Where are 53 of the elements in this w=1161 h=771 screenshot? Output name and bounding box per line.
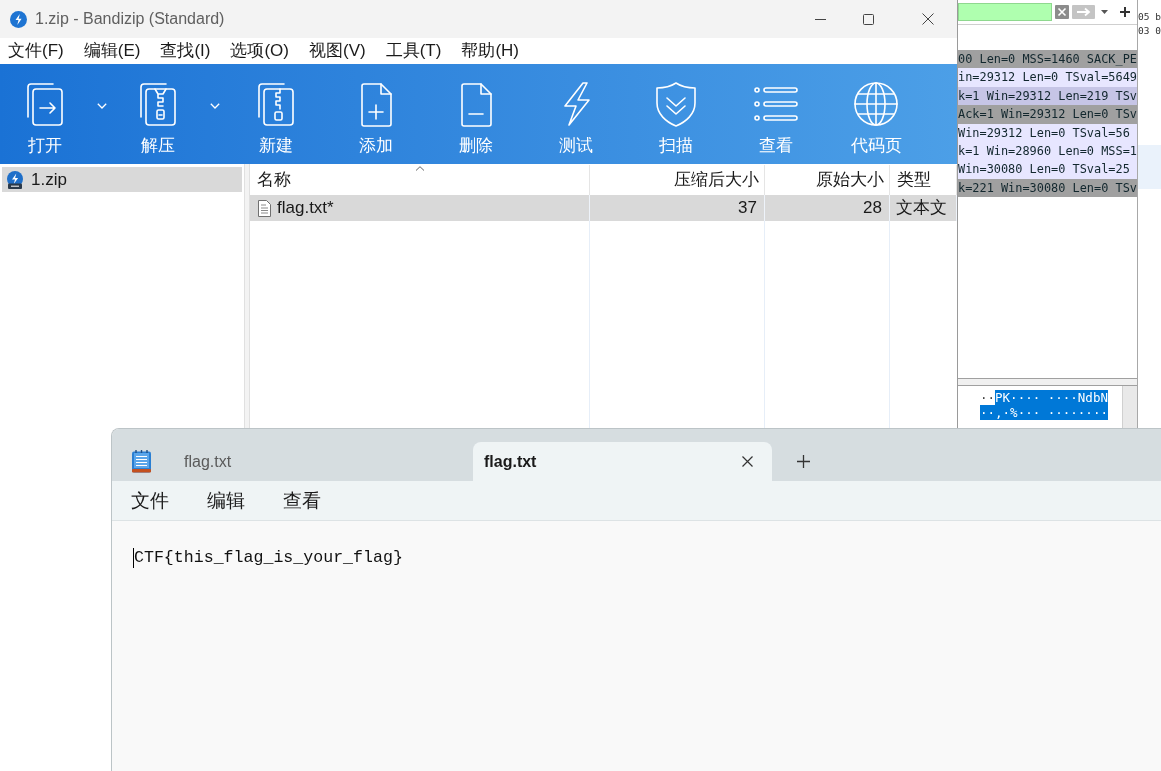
packet-row[interactable]: Ack=1 Win=29312 Len=0 TSv bbox=[955, 105, 1137, 124]
toolbar-button[interactable]: 删除 bbox=[426, 64, 526, 164]
menu-item[interactable]: 帮助(H) bbox=[456, 40, 524, 62]
tab[interactable]: flag.txt bbox=[161, 442, 472, 481]
hex-text: 03 0 bbox=[1138, 24, 1161, 38]
caret-down-icon bbox=[96, 103, 107, 109]
bolt-badge-icon bbox=[6, 170, 24, 189]
tab[interactable]: flag.txt bbox=[473, 442, 772, 481]
table-cell: 28 bbox=[765, 195, 890, 221]
packet-row[interactable]: Win=30080 Len=0 TSval=25 bbox=[955, 160, 1137, 179]
minimize-icon bbox=[814, 18, 826, 20]
plus-icon bbox=[796, 455, 810, 468]
packet-row[interactable]: in=29312 Len=0 TSval=5649 bbox=[955, 68, 1137, 87]
packet-row[interactable]: 00 Len=0 MSS=1460 SACK_PE bbox=[955, 50, 1137, 69]
table-cell: 37 bbox=[590, 195, 765, 221]
menu-item[interactable]: 文件 bbox=[123, 487, 177, 514]
scrollbar[interactable] bbox=[1122, 386, 1137, 430]
toolbar-button[interactable]: 打开 bbox=[0, 64, 90, 164]
pane-splitter[interactable] bbox=[955, 378, 1137, 386]
bolt-circle-icon bbox=[10, 10, 27, 28]
menu-item[interactable]: 编辑(E) bbox=[78, 40, 146, 62]
close-icon[interactable] bbox=[742, 456, 753, 467]
ascii-bytes: ··,·%··· ········ bbox=[980, 405, 1108, 420]
menu-item[interactable]: 编辑 bbox=[199, 487, 253, 514]
menu-item[interactable]: 查看 bbox=[275, 487, 329, 514]
menu-item[interactable]: 视图(V) bbox=[304, 40, 371, 62]
table-cell: flag.txt* bbox=[250, 195, 590, 221]
caret-down-icon bbox=[209, 103, 220, 109]
menu-item[interactable]: 查找(I) bbox=[155, 40, 216, 62]
row-highlight bbox=[1138, 145, 1161, 189]
maximize-icon bbox=[862, 13, 874, 25]
notepad-icon bbox=[132, 450, 151, 473]
menu-item[interactable]: 工具(T) bbox=[380, 40, 447, 62]
text-file-icon bbox=[258, 199, 271, 217]
toolbar-button[interactable]: 解压 bbox=[113, 64, 203, 164]
hex-text: 05 b bbox=[1138, 10, 1161, 24]
plus-icon[interactable] bbox=[1120, 7, 1130, 17]
close-icon bbox=[922, 13, 934, 25]
ascii-bytes: PK···· ····NdbN bbox=[995, 390, 1108, 405]
globe-icon bbox=[852, 80, 900, 128]
text-cursor bbox=[133, 547, 134, 568]
file-row[interactable]: flag.txt* 37 28 文本文 bbox=[250, 195, 957, 221]
menu-item[interactable]: 选项(O) bbox=[225, 40, 294, 62]
toolbar-button[interactable]: 添加 bbox=[326, 64, 426, 164]
menu-item[interactable]: 文件(F) bbox=[3, 40, 69, 62]
window-title: 1.zip - Bandizip (Standard) bbox=[35, 9, 225, 29]
caret-down-icon[interactable] bbox=[1101, 10, 1108, 14]
table-cell: 文本文 bbox=[890, 195, 957, 221]
tree-item[interactable]: 1.zip bbox=[2, 167, 242, 192]
arrow-right-icon[interactable] bbox=[1072, 5, 1095, 19]
filter-field[interactable] bbox=[958, 3, 1052, 21]
document-text: CTF{this_flag_is_your_flag} bbox=[134, 547, 403, 568]
toolbar-button[interactable]: 新建 bbox=[226, 64, 326, 164]
